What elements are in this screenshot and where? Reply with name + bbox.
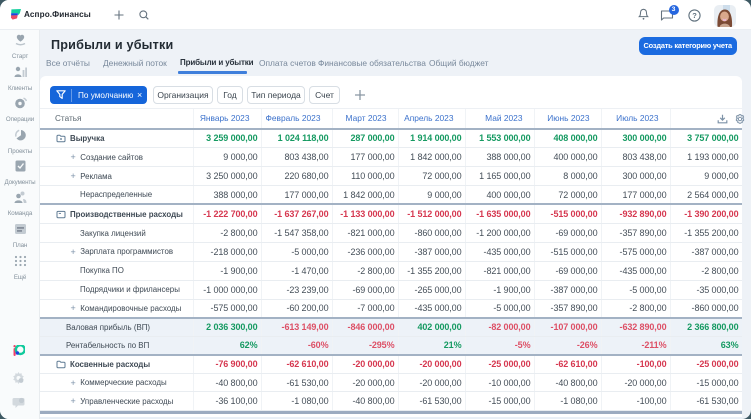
svg-text:?: ? [692,11,697,20]
